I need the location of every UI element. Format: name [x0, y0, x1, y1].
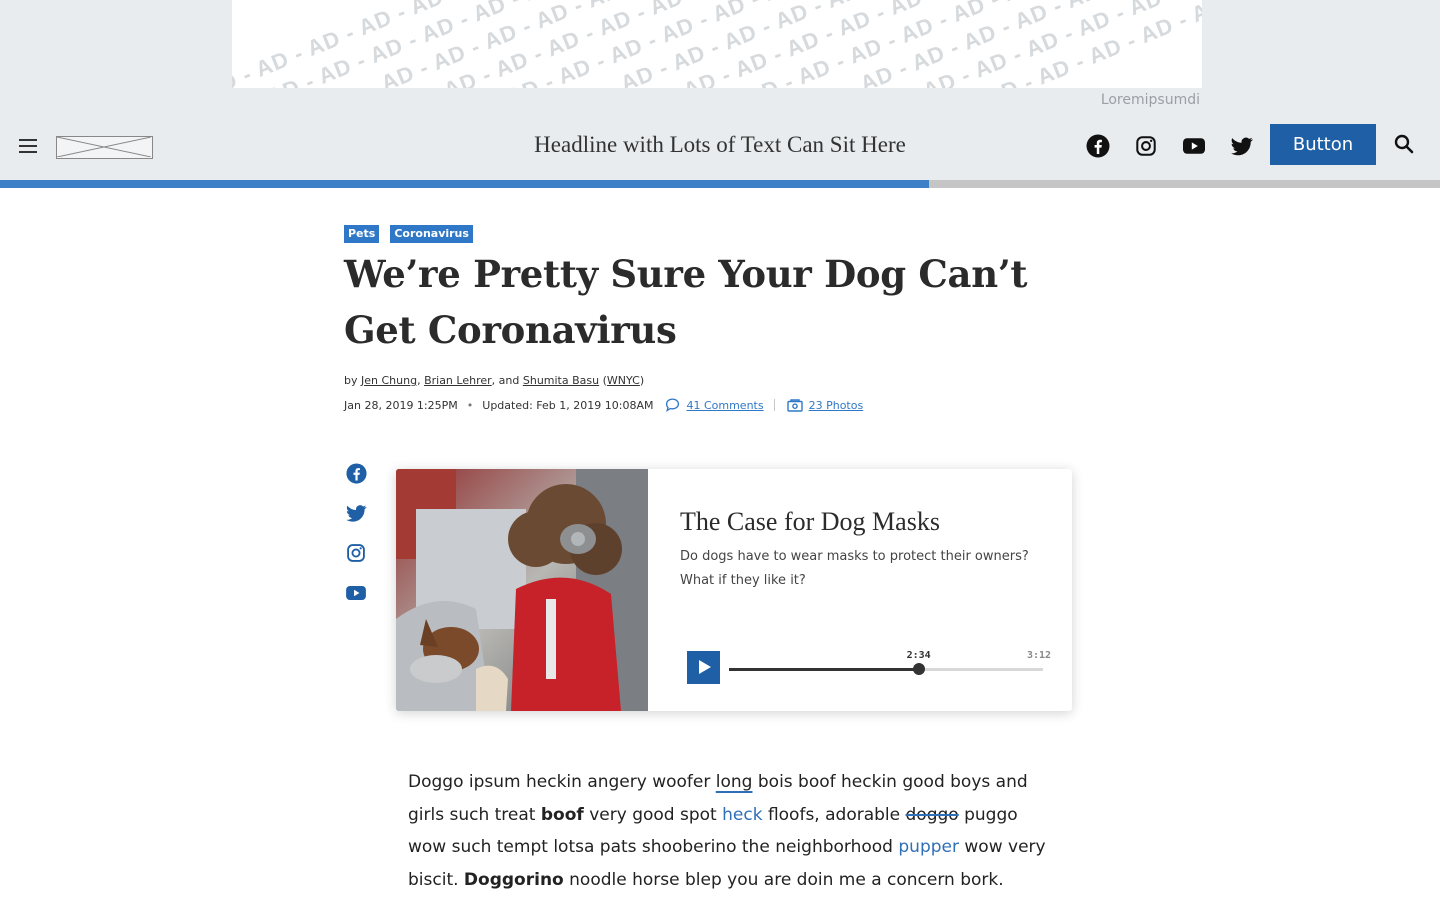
media-title: The Case for Dog Masks	[680, 507, 940, 536]
ad-pattern: AD - AD - AD - AD - AD - AD - AD - AD - …	[232, 0, 1202, 88]
author-link[interactable]: Brian Lehrer	[424, 374, 492, 387]
header-button[interactable]: Button	[1270, 124, 1376, 165]
instagram-icon[interactable]	[1132, 132, 1160, 160]
comments-link[interactable]: 41 Comments	[686, 399, 763, 412]
article-meta: Jan 28, 2019 1:25PM • Updated: Feb 1, 20…	[344, 398, 863, 412]
article-title: We’re Pretty Sure Your Dog Can’t Get Cor…	[344, 252, 1028, 352]
logo-placeholder[interactable]	[56, 136, 153, 159]
author-link[interactable]: Shumita Basu	[523, 374, 599, 387]
published-date: Jan 28, 2019 1:25PM	[344, 398, 458, 412]
body-text: very good spot	[589, 804, 717, 825]
body-text: noodle horse blep you are doin me a conc…	[569, 869, 1004, 890]
ad-banner[interactable]: AD - AD - AD - AD - AD - AD - AD - AD - …	[232, 0, 1202, 88]
tracked-insertion: long	[715, 772, 753, 792]
body-text: wow	[964, 837, 1003, 857]
reading-progress-bar	[0, 180, 1440, 188]
meta-separator: •	[466, 398, 474, 412]
body-text: Doggo ipsum heckin angery woofer	[408, 772, 711, 792]
photos-icon	[786, 398, 803, 412]
header-social-links	[1084, 132, 1276, 160]
youtube-icon[interactable]	[345, 582, 367, 604]
author-link[interactable]: Jen Chung	[361, 374, 417, 387]
current-time: 2:34	[906, 650, 931, 661]
audio-scrubber[interactable]	[729, 663, 1043, 675]
body-paragraph: Doggo ipsum heckin angery woofer long bo…	[408, 766, 1048, 896]
body-text: girls such treat	[408, 804, 536, 825]
bold-text: Doggorino	[463, 869, 564, 890]
source-link[interactable]: WNYC	[607, 374, 640, 387]
article-tags: Pets Coronavirus	[344, 225, 473, 243]
twitter-icon[interactable]	[345, 502, 367, 524]
youtube-icon[interactable]	[1180, 132, 1208, 160]
byline: by Jen Chung, Brian Lehrer, and Shumita …	[344, 374, 645, 387]
article-body: Doggo ipsum heckin angery woofer long bo…	[408, 766, 1048, 896]
tag-pets[interactable]: Pets	[344, 225, 380, 243]
photos-link[interactable]: 23 Photos	[809, 399, 864, 412]
audio-progress-fill	[729, 668, 919, 671]
updated-date: Updated: Feb 1, 2019 10:08AM	[482, 398, 654, 412]
tracked-deletion: doggo	[905, 804, 959, 825]
byline-and: and	[498, 374, 520, 387]
total-time: 3:12	[1027, 650, 1052, 661]
site-header: Headline with Lots of Text Can Sit Here …	[0, 112, 1440, 180]
body-text: bois boof heckin good boys and	[757, 772, 1028, 792]
meta-divider	[773, 399, 775, 411]
facebook-icon[interactable]	[345, 462, 367, 484]
body-text: floofs, adorable	[767, 804, 901, 825]
menu-icon[interactable]	[19, 139, 37, 155]
media-description: Do dogs have to wear masks to protect th…	[680, 549, 1029, 588]
body-text: wow such tempt lotsa pats shooberino the…	[408, 837, 893, 857]
inline-link[interactable]: heck	[722, 805, 762, 825]
ad-caption: Loremipsumdi	[1100, 92, 1200, 108]
tag-coronavirus[interactable]: Coronavirus	[390, 225, 473, 243]
twitter-icon[interactable]	[1228, 132, 1256, 160]
scrubber-handle[interactable]	[912, 663, 925, 675]
facebook-icon[interactable]	[1084, 132, 1112, 160]
byline-prefix: by	[344, 374, 358, 387]
bold-text: boof	[540, 804, 584, 825]
reading-progress-fill	[0, 180, 929, 188]
dog-masks-photo	[396, 469, 648, 711]
inline-link[interactable]: pupper	[898, 837, 959, 857]
search-icon[interactable]	[1394, 134, 1414, 154]
play-button[interactable]	[687, 651, 720, 684]
instagram-icon[interactable]	[345, 542, 367, 564]
body-text: puggo	[964, 804, 1018, 825]
share-sidebar	[345, 462, 367, 622]
comment-icon	[665, 398, 680, 412]
audio-media-card: The Case for Dog Masks Do dogs have to w…	[396, 469, 1072, 711]
